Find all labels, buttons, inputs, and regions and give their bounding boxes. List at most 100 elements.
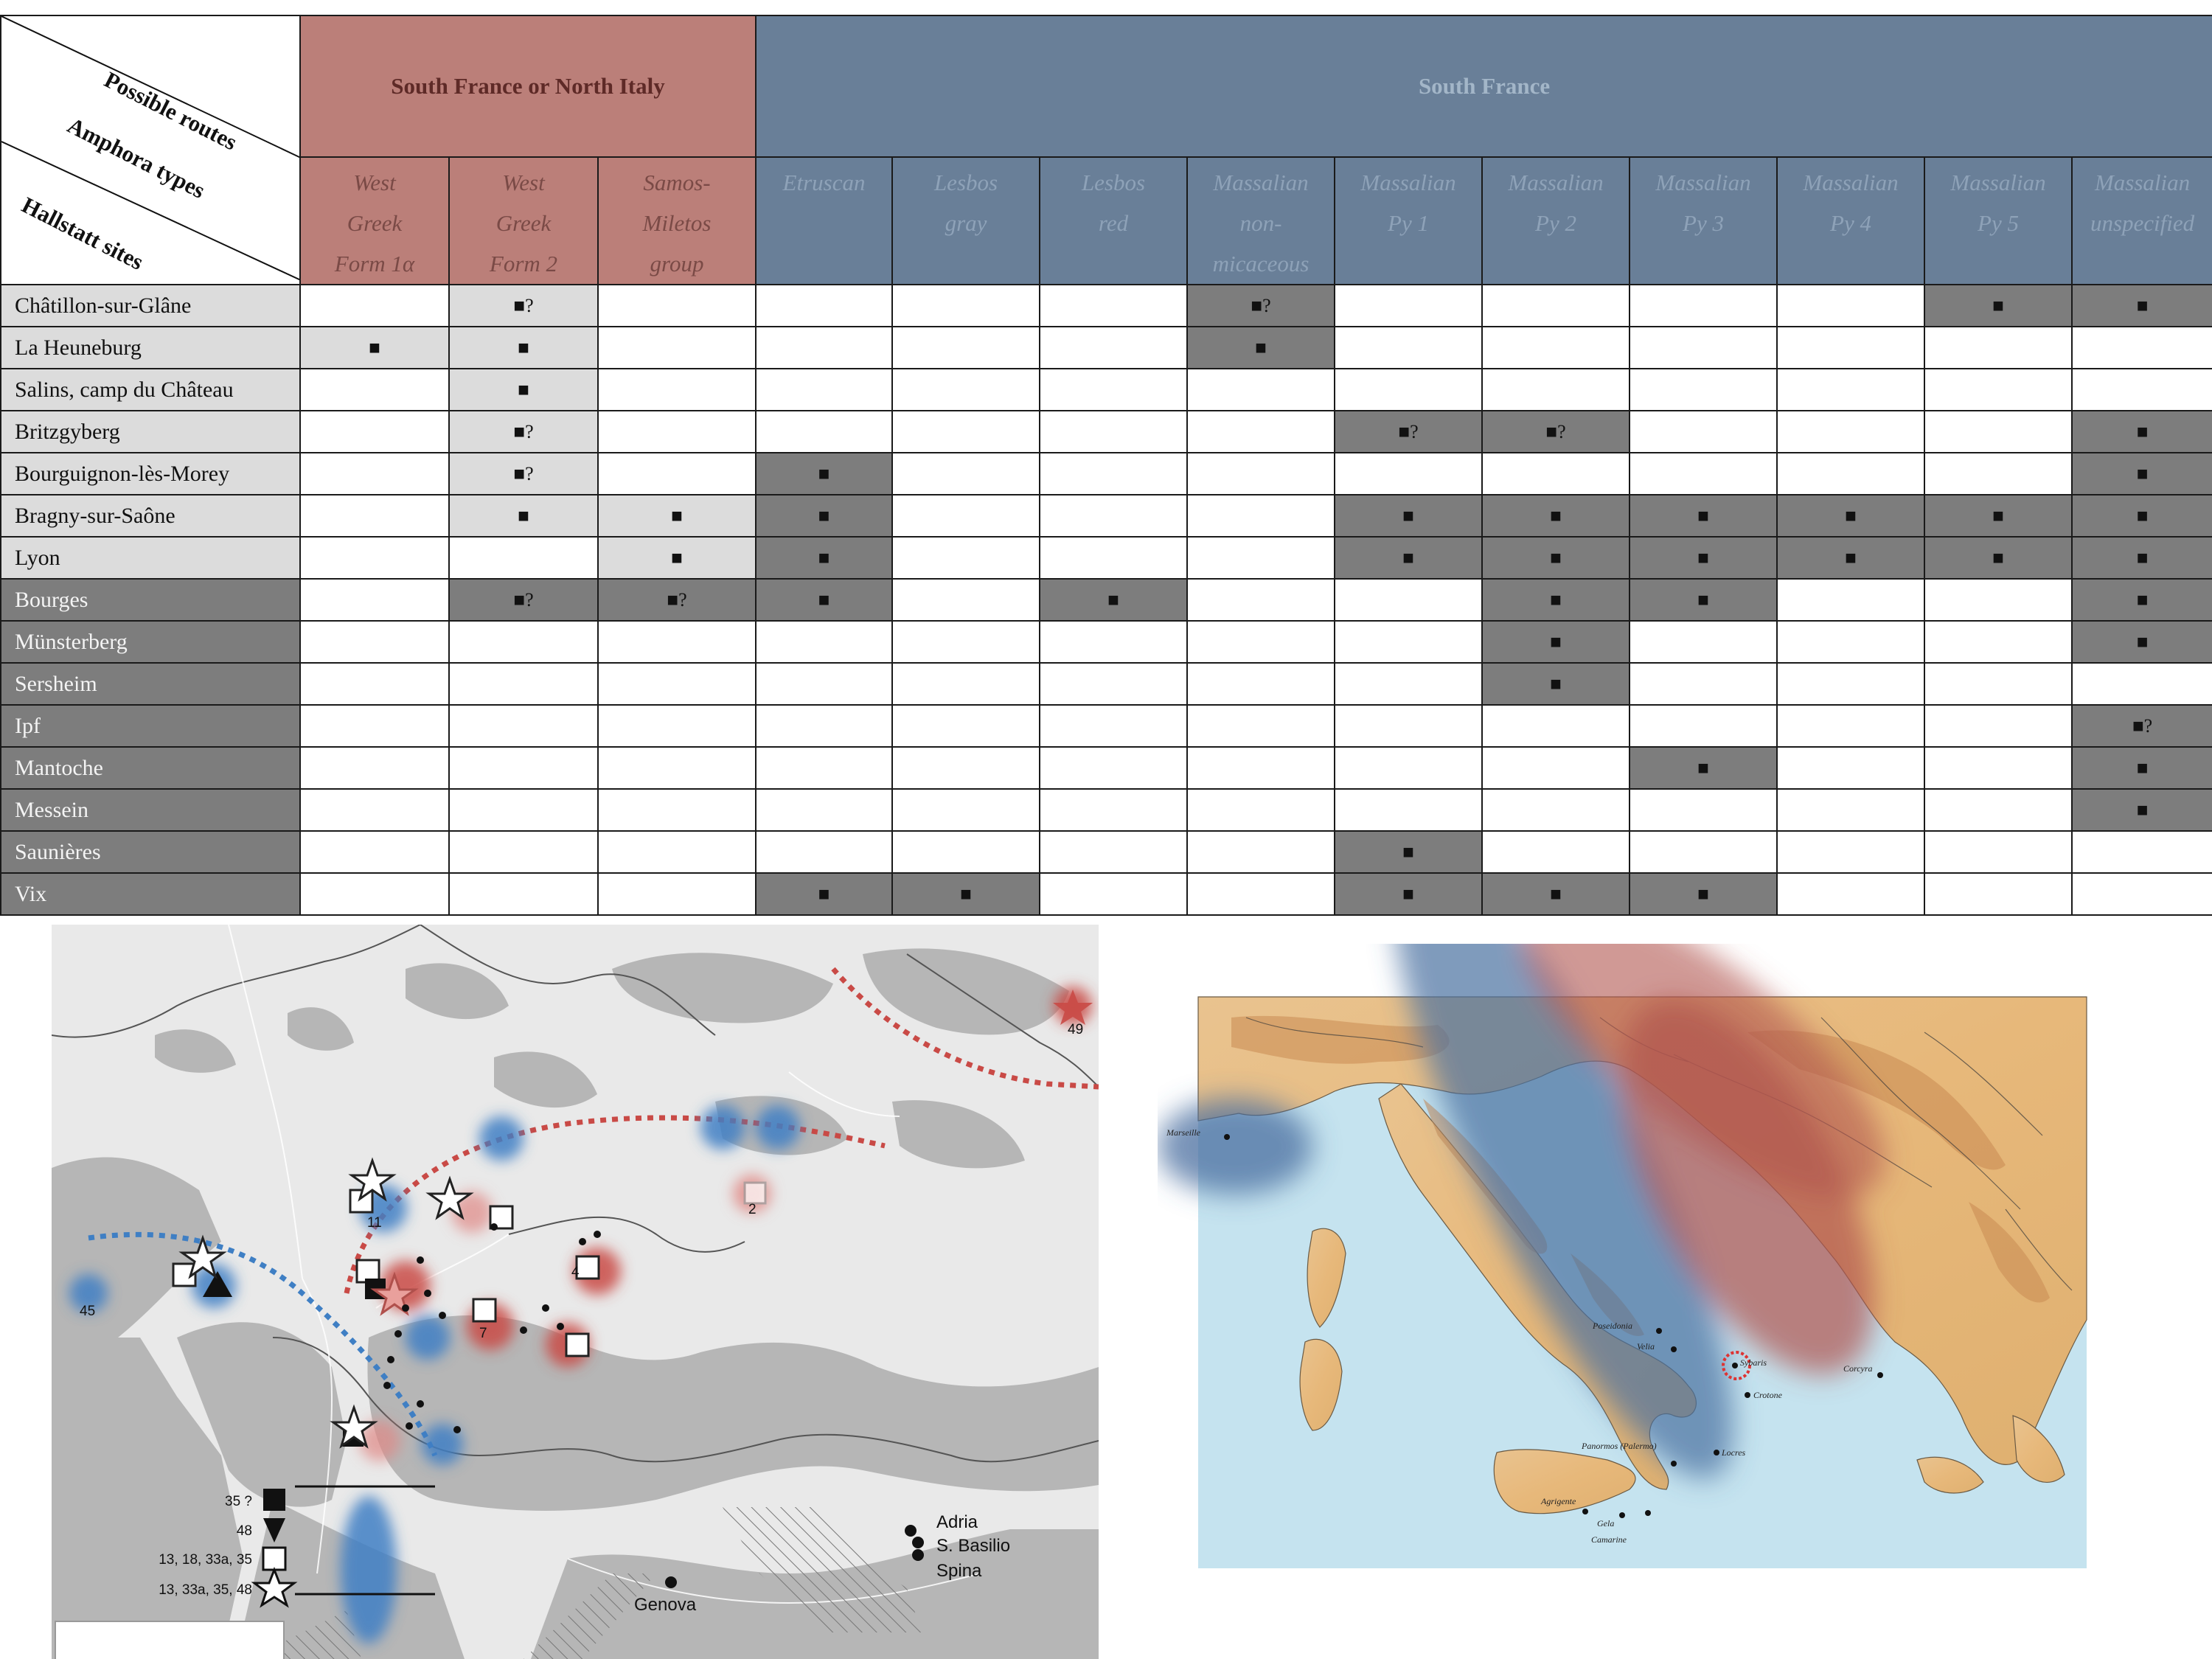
- amphora-presence-cell: [1924, 830, 2073, 874]
- amphora-type-line: Greek: [347, 210, 403, 236]
- place-poseidonia: Poseidonia: [1592, 1321, 1632, 1331]
- amphora-presence-cell: [1039, 620, 1189, 664]
- amphora-presence-cell: [299, 788, 450, 832]
- amphora-presence-cell: [1334, 326, 1484, 369]
- amphora-presence-cell: [1186, 620, 1336, 664]
- amphora-type-header: Massalian Py 4: [1776, 156, 1926, 285]
- amphora-presence-cell: [448, 872, 599, 916]
- table-row: Britzgyberg ■? ■? ■? ■: [0, 410, 2212, 453]
- amphora-type-header: Etruscan: [755, 156, 894, 285]
- site-name-cell: Salins, camp du Château: [0, 368, 301, 411]
- amphora-presence-cell: [1629, 662, 1778, 706]
- amphora-presence-cell: [1924, 326, 2073, 369]
- amphora-presence-cell: [1334, 368, 1484, 411]
- amphora-presence-cell: [299, 872, 450, 916]
- amphora-presence-cell: [1481, 284, 1631, 327]
- amphora-presence-cell: ■?: [448, 578, 599, 622]
- amphora-presence-cell: [1776, 830, 1926, 874]
- amphora-type-line: Massalian: [1950, 170, 2046, 195]
- amphora-presence-cell: [299, 368, 450, 411]
- amphora-type-line: Greek: [495, 210, 552, 236]
- site-number-49: 49: [1068, 1022, 1083, 1037]
- site-name-cell: Châtillon-sur-Glâne: [0, 284, 301, 327]
- amphora-presence-cell: [299, 746, 450, 790]
- legend-open-square-icon: [262, 1546, 287, 1571]
- amphora-presence-cell: ■: [755, 452, 894, 495]
- amphora-presence-cell: [1776, 368, 1926, 411]
- amphora-presence-cell: [299, 284, 450, 327]
- amphora-presence-cell: ■: [1629, 578, 1778, 622]
- amphora-presence-cell: ■: [755, 578, 894, 622]
- table-row: Saunières ■: [0, 830, 2212, 874]
- amphora-presence-cell: [1039, 368, 1189, 411]
- amphora-presence-cell: [1924, 746, 2073, 790]
- site-name-cell: Lyon: [0, 536, 301, 580]
- amphora-presence-cell: [448, 746, 599, 790]
- amphora-presence-cell: [1924, 620, 2073, 664]
- amphora-presence-cell: [755, 830, 894, 874]
- amphora-presence-cell: [1039, 746, 1189, 790]
- table-row: Vix ■ ■ ■ ■ ■: [0, 872, 2212, 916]
- amphora-presence-cell: [1039, 788, 1189, 832]
- amphora-presence-cell: [597, 788, 757, 832]
- amphora-presence-cell: ■: [1334, 830, 1484, 874]
- amphora-type-line: Massalian: [1213, 170, 1309, 195]
- place-camarine: Camarine: [1591, 1534, 1627, 1545]
- amphora-presence-cell: ■: [1481, 578, 1631, 622]
- place-sybaris: Sybaris: [1740, 1357, 1767, 1368]
- site-name-cell: La Heuneburg: [0, 326, 301, 369]
- amphora-presence-cell: ■?: [448, 410, 599, 453]
- amphora-presence-cell: [1186, 872, 1336, 916]
- amphora-presence-cell: [1629, 452, 1778, 495]
- amphora-presence-cell: ■?: [448, 284, 599, 327]
- table-row: Ipf ■?: [0, 704, 2212, 748]
- amphora-presence-cell: [597, 410, 757, 453]
- place-marseille: Marseille: [1166, 1127, 1201, 1138]
- amphora-presence-cell: ■: [2071, 578, 2212, 622]
- route-header-south-france: South France: [755, 15, 2212, 158]
- amphora-presence-cell: [891, 452, 1041, 495]
- amphora-presence-cell: [1776, 788, 1926, 832]
- amphora-presence-cell: [299, 536, 450, 580]
- amphora-presence-cell: [299, 494, 450, 538]
- amphora-presence-cell: [755, 704, 894, 748]
- amphora-presence-cell: [1186, 746, 1336, 790]
- amphora-presence-cell: [1481, 452, 1631, 495]
- amphora-presence-cell: [1924, 368, 2073, 411]
- amphora-presence-cell: ■?: [2071, 704, 2212, 748]
- amphora-presence-cell: [891, 410, 1041, 453]
- site-name-cell: Ipf: [0, 704, 301, 748]
- amphora-presence-cell: ■: [1481, 536, 1631, 580]
- amphora-presence-cell: [2071, 830, 2212, 874]
- amphora-presence-cell: [1039, 326, 1189, 369]
- marseille-overlay: [1158, 1099, 1312, 1194]
- amphora-presence-cell: [1629, 704, 1778, 748]
- amphora-presence-cell: ■: [597, 536, 757, 580]
- amphora-presence-cell: [597, 872, 757, 916]
- amphora-type-line: West: [353, 170, 396, 195]
- amphora-presence-cell: ■?: [448, 452, 599, 495]
- amphora-presence-cell: [1039, 704, 1189, 748]
- amphora-presence-cell: [1629, 410, 1778, 453]
- amphora-presence-cell: [1629, 284, 1778, 327]
- amphora-presence-cell: ■: [1334, 494, 1484, 538]
- amphora-presence-cell: ■: [1334, 536, 1484, 580]
- amphora-presence-cell: [448, 662, 599, 706]
- amphora-presence-cell: ■: [755, 494, 894, 538]
- amphora-presence-cell: [755, 662, 894, 706]
- city-genova: Genova: [634, 1595, 697, 1615]
- place-agrigente: Agrigente: [1540, 1496, 1576, 1506]
- table-row: Sersheim ■: [0, 662, 2212, 706]
- amphora-presence-cell: [891, 326, 1041, 369]
- amphora-presence-cell: ■: [448, 494, 599, 538]
- table-row: Münsterberg ■ ■: [0, 620, 2212, 664]
- amphora-presence-cell: [1481, 326, 1631, 369]
- amphora-presence-cell: [1039, 662, 1189, 706]
- amphora-presence-cell: [755, 788, 894, 832]
- amphora-presence-cell: [891, 704, 1041, 748]
- amphora-presence-cell: ■?: [597, 578, 757, 622]
- amphora-type-line: Py 5: [1978, 210, 2019, 236]
- amphora-presence-cell: [597, 326, 757, 369]
- amphora-type-line: non-: [1239, 210, 1282, 236]
- table-row: Bragny-sur-Saône ■ ■ ■ ■ ■ ■ ■ ■ ■: [0, 494, 2212, 538]
